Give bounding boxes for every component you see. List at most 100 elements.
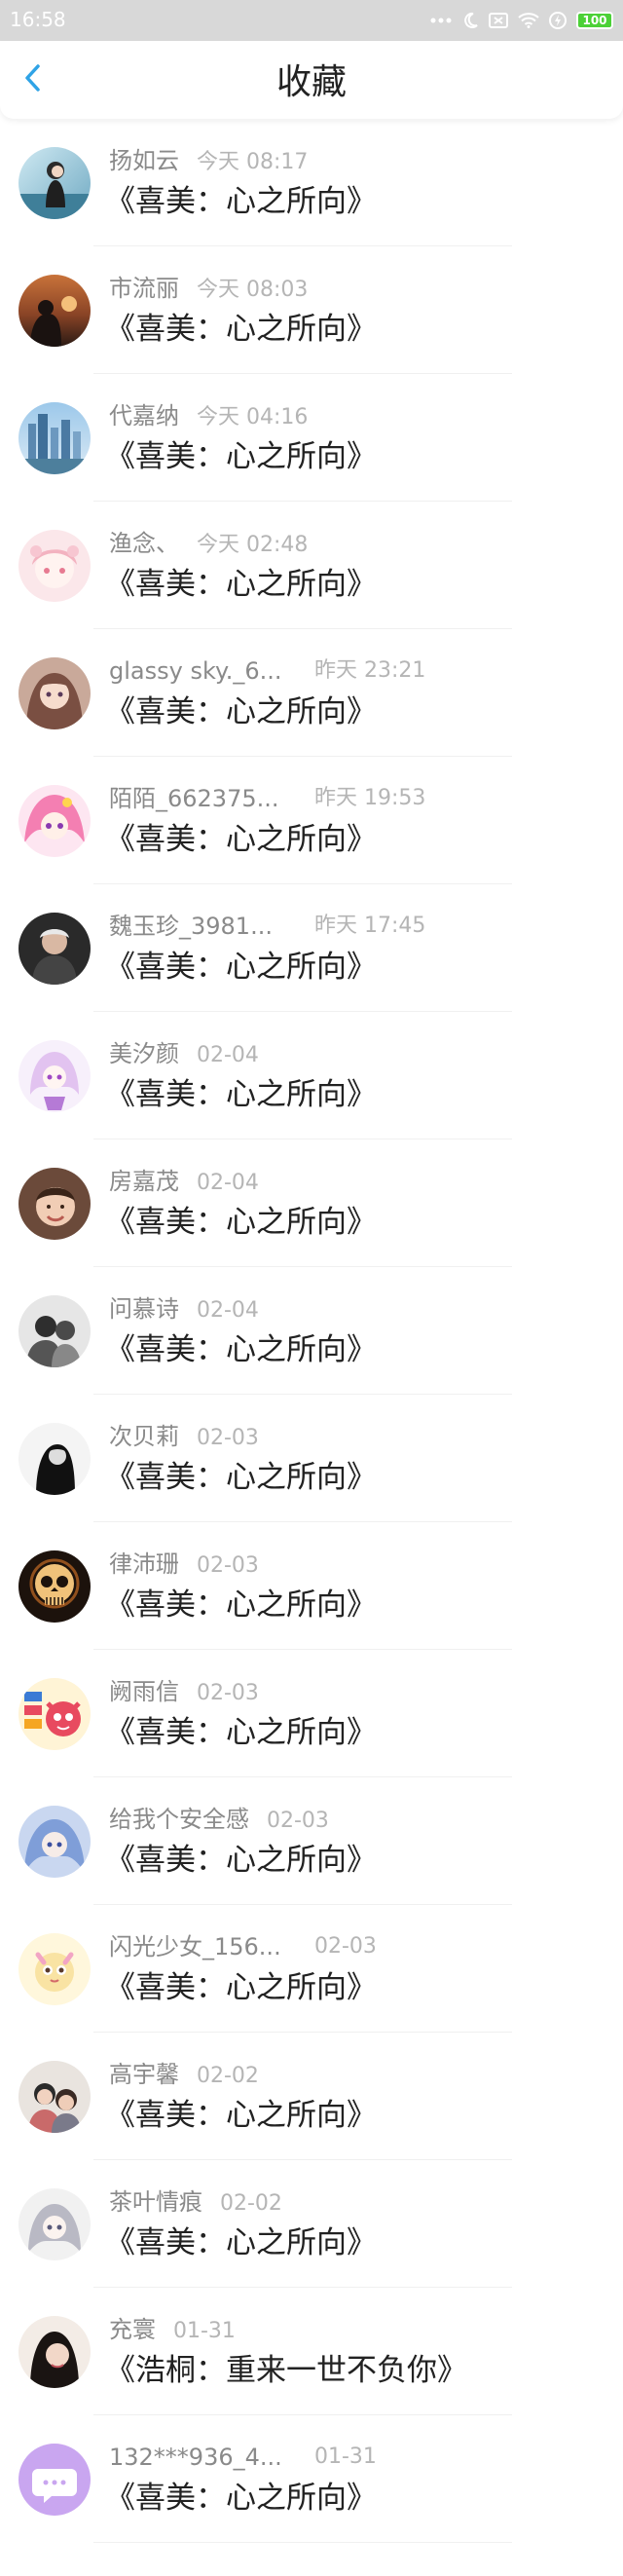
list-item[interactable]: 房嘉茂 02-04 《喜美：心之所向》 [0,1139,623,1267]
book-title: 《喜美：心之所向》 [105,2481,377,2516]
user-name: 扬如云 [109,147,179,174]
book-title: 《喜美：心之所向》 [105,184,377,219]
timestamp: 今天 08:17 [197,150,309,174]
user-name: 给我个安全感 [109,1806,249,1833]
header: 收藏 [0,41,623,119]
user-name: 问慕诗 [109,1295,179,1323]
book-title: 《喜美：心之所向》 [105,1970,377,2005]
user-name: 阙雨信 [109,1678,179,1705]
book-title: 《喜美：心之所向》 [105,1332,377,1367]
book-title: 《喜美：心之所向》 [105,2225,377,2260]
book-title: 《喜美：心之所向》 [105,312,377,347]
timestamp: 02-03 [314,1934,377,1959]
user-name: 魏玉珍_3981... [109,913,273,940]
list-item[interactable]: 陌陌_662375... 昨天 19:53 《喜美：心之所向》 [0,757,623,884]
user-name: 次贝莉 [109,1423,179,1450]
list-item[interactable]: 给我个安全感 02-03 《喜美：心之所向》 [0,1777,623,1905]
book-title: 《喜美：心之所向》 [105,822,377,857]
book-title: 《喜美：心之所向》 [105,1587,377,1623]
item-meta: 代嘉纳 今天 04:16 [109,401,308,430]
list-item[interactable]: 扬如云 今天 08:17 《喜美：心之所向》 [0,119,623,246]
item-meta: 高宇馨 02-02 [109,2060,259,2089]
book-title: 《喜美：心之所向》 [105,2098,377,2133]
status-icons: 100 [430,9,613,32]
avatar [18,913,91,985]
item-meta: 美汐颜 02-04 [109,1039,259,1068]
item-meta: 魏玉珍_3981... [109,912,273,941]
list-item[interactable]: 高宇馨 02-02 《喜美：心之所向》 [0,2033,623,2160]
list-item[interactable]: 魏玉珍_3981... 昨天 17:45 《喜美：心之所向》 [0,884,623,1012]
sim-icon [489,10,508,31]
avatar [18,275,91,347]
timestamp: 02-04 [197,1171,259,1195]
user-name: 渔念、 [109,530,179,557]
book-title: 《喜美：心之所向》 [105,439,377,474]
timestamp: 昨天 17:45 [314,914,426,938]
item-meta: 律沛珊 02-03 [109,1549,259,1579]
list-item[interactable]: 问慕诗 02-04 《喜美：心之所向》 [0,1267,623,1395]
avatar [18,402,91,474]
timestamp: 今天 08:03 [197,278,309,302]
list-item[interactable]: 132***936_4... 01-31 《喜美：心之所向》 [0,2415,623,2543]
list-item[interactable]: 律沛珊 02-03 《喜美：心之所向》 [0,1522,623,1650]
list-item[interactable]: 代嘉纳 今天 04:16 《喜美：心之所向》 [0,374,623,502]
avatar [18,785,91,857]
user-name: 市流丽 [109,275,179,302]
timestamp: 02-03 [197,1553,259,1578]
item-meta: 给我个安全感 02-03 [109,1805,329,1834]
timestamp: 02-03 [197,1426,259,1450]
avatar [18,1423,91,1495]
timestamp: 02-04 [197,1043,259,1067]
timestamp: 02-03 [267,1809,329,1833]
book-title: 《喜美：心之所向》 [105,1843,377,1878]
timestamp: 02-02 [197,2064,259,2088]
user-name: 房嘉茂 [109,1168,179,1195]
list-item[interactable]: 渔念、 今天 02:48 《喜美：心之所向》 [0,502,623,629]
list-item[interactable]: 次贝莉 02-03 《喜美：心之所向》 [0,1395,623,1522]
avatar [18,530,91,602]
avatar [18,2444,91,2516]
timestamp: 今天 04:16 [197,405,309,429]
book-title: 《喜美：心之所向》 [105,1077,377,1112]
timestamp: 02-02 [220,2191,282,2216]
item-meta: 132***936_4... [109,2443,282,2472]
item-meta: 茶叶情痕 02-02 [109,2187,282,2217]
book-title: 《浩桐：重来一世不负你》 [105,2353,467,2388]
item-meta: 问慕诗 02-04 [109,1294,259,1324]
list-item[interactable]: 充寰 01-31 《浩桐：重来一世不负你》 [0,2288,623,2415]
book-title: 《喜美：心之所向》 [105,1205,377,1240]
user-name: 132***936_4... [109,2444,282,2471]
user-name: 茶叶情痕 [109,2188,202,2216]
list-item[interactable]: 市流丽 今天 08:03 《喜美：心之所向》 [0,246,623,374]
user-name: 陌陌_662375... [109,785,279,812]
avatar [18,657,91,729]
book-title: 《喜美：心之所向》 [105,1460,377,1495]
favorites-list: 扬如云 今天 08:17 《喜美：心之所向》 市流丽 今天 08:03 《喜美：… [0,119,623,2543]
charging-icon [549,10,567,31]
timestamp: 昨天 19:53 [314,786,426,810]
timestamp: 01-31 [314,2445,377,2469]
list-item[interactable]: 美汐颜 02-04 《喜美：心之所向》 [0,1012,623,1139]
avatar [18,147,91,219]
divider [93,2542,512,2543]
list-item[interactable]: 闪光少女_156... 02-03 《喜美：心之所向》 [0,1905,623,2033]
item-meta: 市流丽 今天 08:03 [109,274,308,303]
timestamp: 02-03 [197,1681,259,1705]
timestamp: 昨天 23:21 [314,658,426,683]
avatar [18,1550,91,1623]
item-meta: 扬如云 今天 08:17 [109,146,308,175]
list-item[interactable]: glassy sky._6... 昨天 23:21 《喜美：心之所向》 [0,629,623,757]
book-title: 《喜美：心之所向》 [105,567,377,602]
list-item[interactable]: 阙雨信 02-03 《喜美：心之所向》 [0,1650,623,1777]
item-meta: 闪光少女_156... [109,1932,281,1961]
item-meta: 阙雨信 02-03 [109,1677,259,1706]
avatar [18,2061,91,2133]
user-name: glassy sky._6... [109,657,282,685]
item-meta: glassy sky._6... [109,656,282,686]
list-item[interactable]: 茶叶情痕 02-02 《喜美：心之所向》 [0,2160,623,2288]
signal-dots-icon [430,10,452,31]
user-name: 高宇馨 [109,2061,179,2088]
book-title: 《喜美：心之所向》 [105,950,377,985]
avatar [18,1168,91,1240]
timestamp: 01-31 [173,2319,236,2343]
